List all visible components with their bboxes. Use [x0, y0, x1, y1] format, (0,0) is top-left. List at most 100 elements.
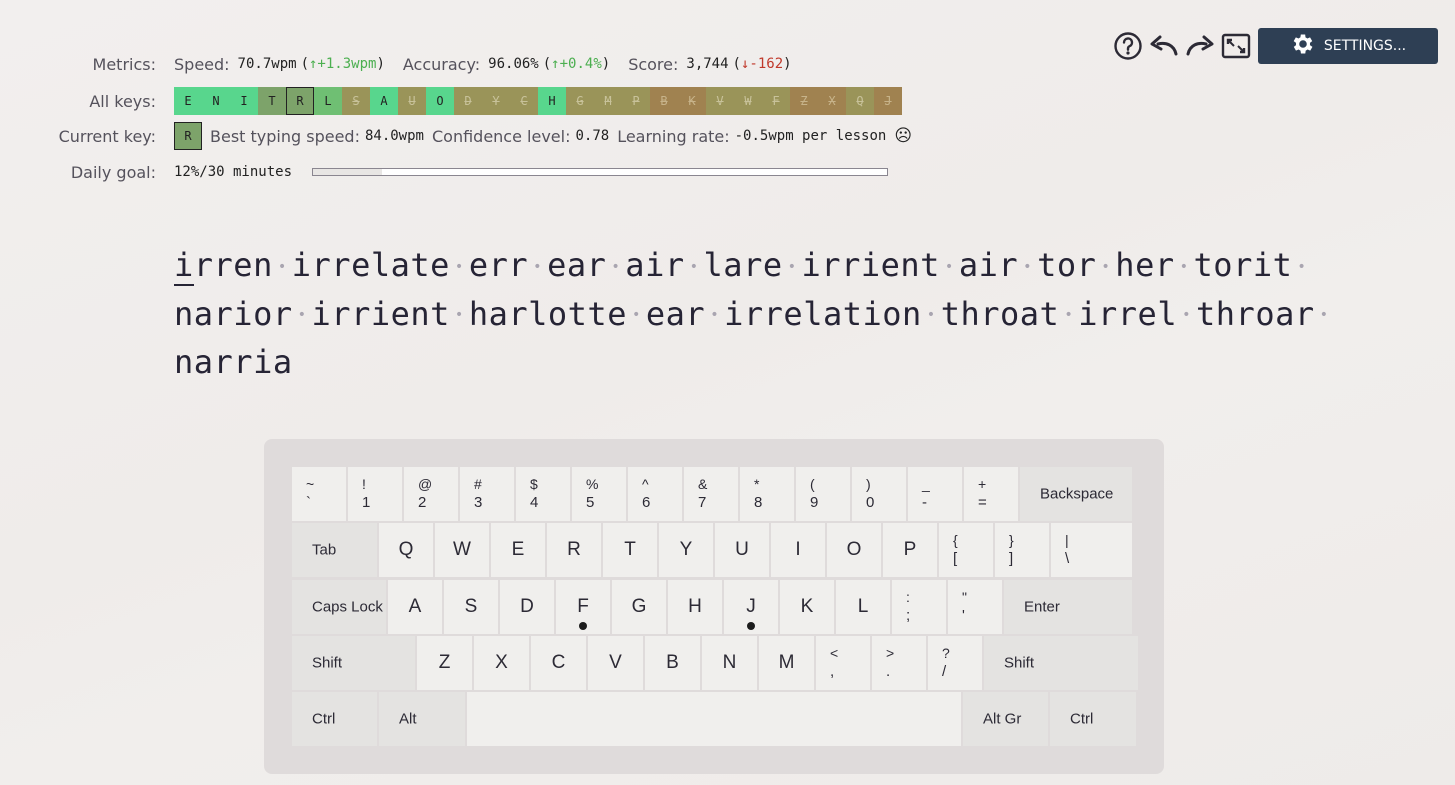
key-letter: O — [846, 539, 862, 560]
key-r[interactable]: R — [547, 523, 601, 577]
key-stat-p[interactable]: P — [622, 87, 650, 115]
key-0[interactable]: ~ ` — [292, 467, 346, 521]
key-z[interactable]: Z — [417, 636, 472, 690]
key-stat-h[interactable]: H — [538, 87, 566, 115]
key-q[interactable]: Q — [379, 523, 433, 577]
key-caps-lock[interactable]: Caps Lock — [292, 580, 386, 634]
key-stat-l[interactable]: L — [314, 87, 342, 115]
key-10[interactable]: ) 0 — [852, 467, 906, 521]
key-sym-2[interactable]: ? / — [928, 636, 982, 690]
help-icon[interactable] — [1112, 28, 1144, 64]
key-space[interactable] — [467, 692, 961, 746]
key-n[interactable]: N — [702, 636, 757, 690]
key-shift-right[interactable]: Shift — [984, 636, 1138, 690]
key-stat-w[interactable]: W — [734, 87, 762, 115]
key-stat-g[interactable]: G — [566, 87, 594, 115]
key-x[interactable]: X — [474, 636, 529, 690]
key-3[interactable]: #3 — [460, 467, 514, 521]
key-stat-y[interactable]: Y — [482, 87, 510, 115]
key-p[interactable]: P — [883, 523, 937, 577]
key-stat-j[interactable]: J — [874, 87, 902, 115]
key-i[interactable]: I — [771, 523, 825, 577]
daily-goal-progress — [312, 168, 889, 176]
key-sym-2[interactable]: | \ — [1051, 523, 1132, 577]
key-1[interactable]: ! 1 — [348, 467, 402, 521]
key-6[interactable]: ^ 6 — [628, 467, 682, 521]
key-ctrl-right[interactable]: Ctrl — [1050, 692, 1136, 746]
key-stat-z[interactable]: Z — [790, 87, 818, 115]
key-v[interactable]: V — [588, 636, 643, 690]
fullscreen-icon[interactable] — [1220, 28, 1252, 64]
key-l[interactable]: L — [836, 580, 890, 634]
key-stat-c[interactable]: C — [510, 87, 538, 115]
key-o[interactable]: O — [827, 523, 881, 577]
key-sym-0[interactable]: <, — [816, 636, 870, 690]
keyboard-row-home: Caps Lock A S D F G H J K L:; " ' Enter — [292, 580, 1132, 634]
redo-icon[interactable] — [1184, 28, 1216, 64]
key-stat-i[interactable]: I — [230, 87, 258, 115]
undo-icon[interactable] — [1148, 28, 1180, 64]
key-y[interactable]: Y — [659, 523, 713, 577]
key-4[interactable]: $4 — [516, 467, 570, 521]
key-sym-1[interactable]: >. — [872, 636, 926, 690]
key-sym-0[interactable]: {[ — [939, 523, 993, 577]
key-stat-o[interactable]: O — [426, 87, 454, 115]
key-2[interactable]: @2 — [404, 467, 458, 521]
key-c[interactable]: C — [531, 636, 586, 690]
key-stat-n[interactable]: N — [202, 87, 230, 115]
key-a[interactable]: A — [388, 580, 442, 634]
key-stat-u[interactable]: U — [398, 87, 426, 115]
key-stat-k[interactable]: K — [678, 87, 706, 115]
key-9[interactable]: (9 — [796, 467, 850, 521]
key-stat-q[interactable]: Q — [846, 87, 874, 115]
key-h[interactable]: H — [668, 580, 722, 634]
key-g[interactable]: G — [612, 580, 666, 634]
key-stat-a[interactable]: A — [370, 87, 398, 115]
key-letter: M — [778, 652, 795, 673]
learning-rate-value: -0.5wpm per lesson — [734, 128, 887, 144]
word-separator: • — [1182, 307, 1192, 323]
key-12[interactable]: + = — [964, 467, 1018, 521]
key-7[interactable]: & 7 — [684, 467, 738, 521]
key-stat-t[interactable]: T — [258, 87, 286, 115]
key-stat-v[interactable]: V — [706, 87, 734, 115]
word-separator: • — [926, 307, 936, 323]
key-enter[interactable]: Enter — [1004, 580, 1132, 634]
settings-button[interactable]: SETTINGS... — [1258, 28, 1438, 64]
key-sym-1[interactable]: }] — [995, 523, 1049, 577]
key-t[interactable]: T — [603, 523, 657, 577]
key-stat-d[interactable]: D — [454, 87, 482, 115]
key-stat-r[interactable]: R — [286, 87, 314, 115]
key-b[interactable]: B — [645, 636, 700, 690]
key-w[interactable]: W — [435, 523, 489, 577]
lesson-word: torit — [1193, 246, 1293, 284]
key-char: 2 — [418, 494, 427, 511]
key-u[interactable]: U — [715, 523, 769, 577]
key-stat-x[interactable]: X — [818, 87, 846, 115]
key-d[interactable]: D — [500, 580, 554, 634]
best-speed-label: Best typing speed: — [210, 126, 360, 146]
key-j[interactable]: J — [724, 580, 778, 634]
lesson-text[interactable]: irren • irrelate • err • ear • air • lare • irrient •… — [174, 242, 1328, 386]
key-tab[interactable]: Tab — [292, 523, 377, 577]
key-stat-f[interactable]: F — [762, 87, 790, 115]
key-stat-s[interactable]: S — [342, 87, 370, 115]
key-5[interactable]: % 5 — [572, 467, 626, 521]
key-e[interactable]: E — [491, 523, 545, 577]
key-stat-b[interactable]: B — [650, 87, 678, 115]
key-stat-e[interactable]: E — [174, 87, 202, 115]
key-shift-left[interactable]: Shift — [292, 636, 415, 690]
key-alt[interactable]: Alt — [379, 692, 465, 746]
key-stat-m[interactable]: M — [594, 87, 622, 115]
key-s[interactable]: S — [444, 580, 498, 634]
key-f[interactable]: F — [556, 580, 610, 634]
key-8[interactable]: * 8 — [740, 467, 794, 521]
key-sym-0[interactable]: :; — [892, 580, 946, 634]
key-m[interactable]: M — [759, 636, 814, 690]
key-ctrl-left[interactable]: Ctrl — [292, 692, 377, 746]
key-backspace[interactable]: Backspace — [1020, 467, 1132, 521]
key-k[interactable]: K — [780, 580, 834, 634]
key-11[interactable]: _ - — [908, 467, 962, 521]
key-alt-gr[interactable]: Alt Gr — [963, 692, 1048, 746]
key-sym-1[interactable]: " ' — [948, 580, 1002, 634]
